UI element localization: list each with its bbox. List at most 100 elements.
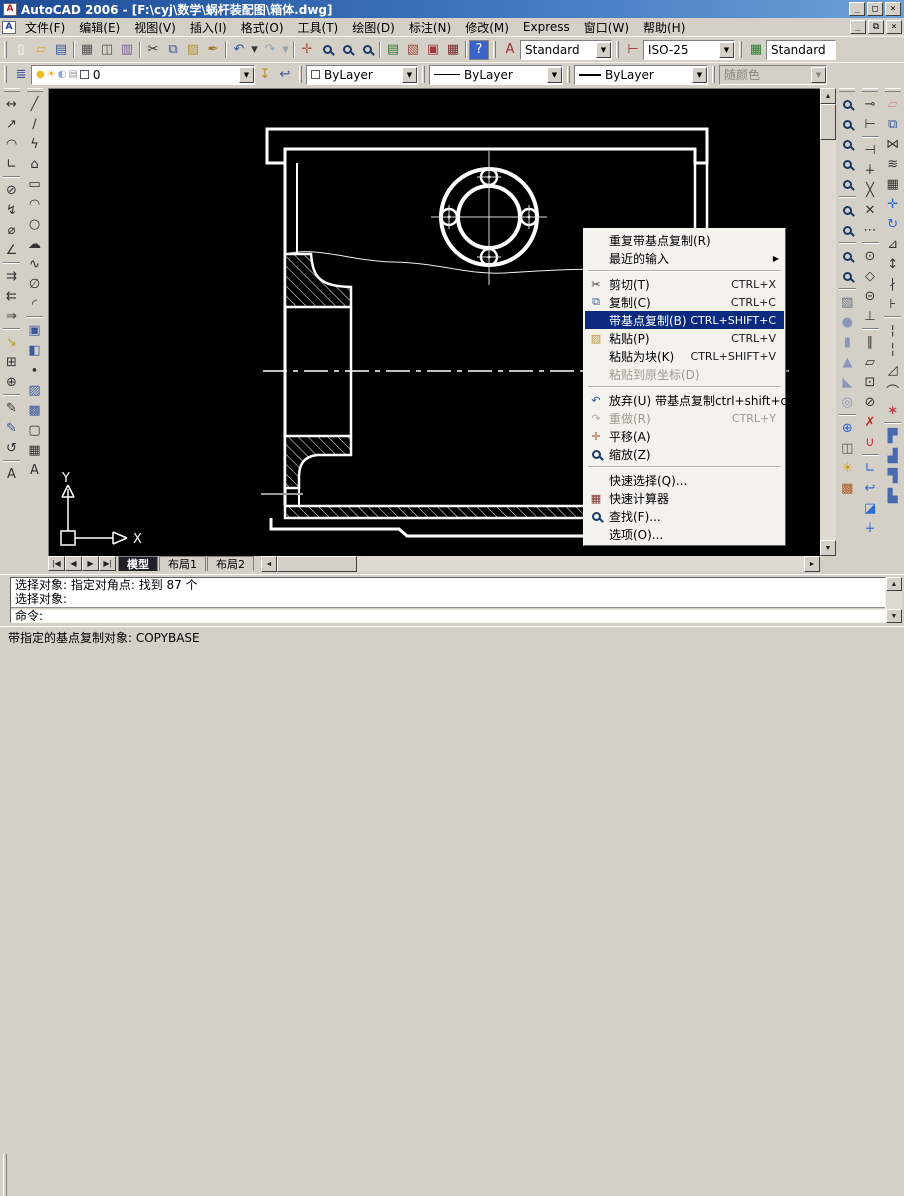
- center-mark-button[interactable]: ⊕: [2, 372, 22, 392]
- horizontal-scroll-track[interactable]: [357, 556, 804, 572]
- dim-linear-button[interactable]: ↔: [2, 94, 22, 114]
- ellipse-arc-button[interactable]: ◜: [25, 294, 45, 314]
- toolbar-grip[interactable]: [885, 88, 901, 92]
- menu-item-repeat-copybase[interactable]: 重复带基点复制(R): [585, 231, 784, 249]
- match-properties-button[interactable]: ✒: [203, 40, 223, 60]
- snap-perpendicular-button[interactable]: ⊥: [860, 306, 880, 326]
- menu-tools[interactable]: 工具(T): [291, 18, 346, 37]
- chevron-down-icon[interactable]: ▼: [692, 67, 707, 83]
- command-window-grip[interactable]: [3, 1154, 7, 1196]
- block-editor-button[interactable]: ▣: [423, 40, 443, 60]
- cut-button[interactable]: ✂: [143, 40, 163, 60]
- erase-button[interactable]: ▱: [883, 94, 903, 114]
- stretch-button[interactable]: ↕: [883, 254, 903, 274]
- draworder-send-to-back-button[interactable]: ▟: [883, 446, 903, 466]
- trim-button[interactable]: ∤: [883, 274, 903, 294]
- linetype-combo[interactable]: ByLayer ▼: [429, 65, 563, 85]
- snap-none-button[interactable]: ✗: [860, 412, 880, 432]
- chevron-down-icon[interactable]: ▼: [719, 42, 734, 58]
- maximize-button[interactable]: □: [867, 2, 883, 16]
- scroll-up-button[interactable]: ▲: [820, 88, 836, 104]
- dim-jogged-button[interactable]: ↯: [2, 200, 22, 220]
- copy-object-button[interactable]: ⧉: [883, 114, 903, 134]
- menu-modify[interactable]: 修改(M): [458, 18, 516, 37]
- chevron-down-icon[interactable]: ▼: [596, 42, 611, 58]
- dim-arc-length-button[interactable]: ◠: [2, 134, 22, 154]
- layer-properties-manager-button[interactable]: ≣: [11, 65, 31, 85]
- dim-angular-button[interactable]: ∠: [2, 240, 22, 260]
- scroll-right-button[interactable]: ►: [804, 556, 820, 572]
- menu-item-paste-as-block[interactable]: 粘贴为块(K)CTRL+SHIFT+V: [585, 347, 784, 365]
- offset-button[interactable]: ≋: [883, 154, 903, 174]
- chevron-down-icon[interactable]: ▼: [547, 67, 562, 83]
- zoom-center-button[interactable]: [837, 154, 857, 174]
- toolbar-grip[interactable]: [4, 66, 7, 83]
- menu-insert[interactable]: 插入(I): [183, 18, 234, 37]
- quick-leader-button[interactable]: ↘: [2, 332, 22, 352]
- move-button[interactable]: ✛: [883, 194, 903, 214]
- construction-line-button[interactable]: ∕: [25, 114, 45, 134]
- light-button[interactable]: ☀: [837, 458, 857, 478]
- table-style-button[interactable]: ▦: [746, 40, 766, 60]
- toolbar-grip[interactable]: [567, 66, 570, 83]
- solid-wedge-button[interactable]: ◣: [837, 372, 857, 392]
- minimize-button[interactable]: _: [849, 2, 865, 16]
- polygon-button[interactable]: ⌂: [25, 154, 45, 174]
- osnap-settings-button[interactable]: ∪: [860, 432, 880, 452]
- zoom-object-button[interactable]: [837, 174, 857, 194]
- dim-style-manager-button[interactable]: A: [2, 464, 22, 484]
- 3d-orbit-button[interactable]: ⊕: [837, 418, 857, 438]
- scroll-up-button[interactable]: ▲: [886, 577, 902, 591]
- menu-file[interactable]: 文件(F): [18, 18, 72, 37]
- horizontal-scroll-thumb[interactable]: [277, 556, 357, 572]
- menu-item-pan[interactable]: ✛平移(A): [585, 427, 784, 445]
- zoom-out-button[interactable]: [837, 220, 857, 240]
- dim-text-edit-button[interactable]: ✎: [2, 418, 22, 438]
- circle-button[interactable]: ○: [25, 214, 45, 234]
- zoom-window-button[interactable]: [337, 40, 357, 60]
- new-button[interactable]: ▯: [11, 40, 31, 60]
- arc-button[interactable]: ◠: [25, 194, 45, 214]
- snap-quadrant-button[interactable]: ◇: [860, 266, 880, 286]
- toolbar-grip[interactable]: [493, 41, 496, 58]
- ucs-face-button[interactable]: ◪: [860, 498, 880, 518]
- quickcalc-button[interactable]: ▦: [443, 40, 463, 60]
- snap-extension-button[interactable]: ⋯: [860, 220, 880, 240]
- dim-ordinate-button[interactable]: ∟: [2, 154, 22, 174]
- redo-button[interactable]: ↷: [260, 40, 280, 60]
- zoom-scale-button[interactable]: [837, 134, 857, 154]
- close-button[interactable]: ×: [885, 2, 901, 16]
- command-scrollbar[interactable]: ▲ ▼: [886, 577, 902, 623]
- draworder-bring-to-front-button[interactable]: ▛: [883, 426, 903, 446]
- layer-combo[interactable]: ● ☀ ◐ ▤ 0 ▼: [31, 65, 255, 85]
- tab-next-button[interactable]: ▶: [82, 556, 99, 571]
- make-object-layer-current-button[interactable]: ↧: [255, 65, 275, 85]
- revcloud-button[interactable]: ☁: [25, 234, 45, 254]
- draworder-send-under-button[interactable]: ▙: [883, 486, 903, 506]
- toolbar-grip[interactable]: [27, 88, 43, 92]
- point-button[interactable]: ∙: [25, 360, 45, 380]
- tab-prev-button[interactable]: ◀: [65, 556, 82, 571]
- solid-torus-button[interactable]: ◎: [837, 392, 857, 412]
- tab-布局2[interactable]: 布局2: [207, 556, 254, 571]
- menu-dimension[interactable]: 标注(N): [402, 18, 458, 37]
- color-combo[interactable]: ByLayer ▼: [306, 65, 418, 85]
- toolbar-grip[interactable]: [422, 66, 425, 83]
- vertical-scroll-thumb[interactable]: [820, 104, 836, 140]
- doc-minimize-button[interactable]: _: [850, 20, 866, 34]
- menu-draw[interactable]: 绘图(D): [345, 18, 402, 37]
- menu-item-recent-input[interactable]: 最近的输入▶: [585, 249, 784, 267]
- ellipse-button[interactable]: ∅: [25, 274, 45, 294]
- menu-window[interactable]: 窗口(W): [577, 18, 636, 37]
- table-button[interactable]: ▦: [25, 440, 45, 460]
- toolbar-grip[interactable]: [862, 88, 878, 92]
- plot-preview-button[interactable]: ◫: [97, 40, 117, 60]
- doc-close-button[interactable]: ×: [886, 20, 902, 34]
- ucs-origin-button[interactable]: ∔: [860, 518, 880, 538]
- zoom-dynamic-button[interactable]: [837, 114, 857, 134]
- polyline-button[interactable]: ϟ: [25, 134, 45, 154]
- menu-edit[interactable]: 编辑(E): [72, 18, 127, 37]
- publish-button[interactable]: ▥: [117, 40, 137, 60]
- undo-list-button[interactable]: ▾: [249, 40, 260, 60]
- snap-endpoint-button[interactable]: ⊣: [860, 140, 880, 160]
